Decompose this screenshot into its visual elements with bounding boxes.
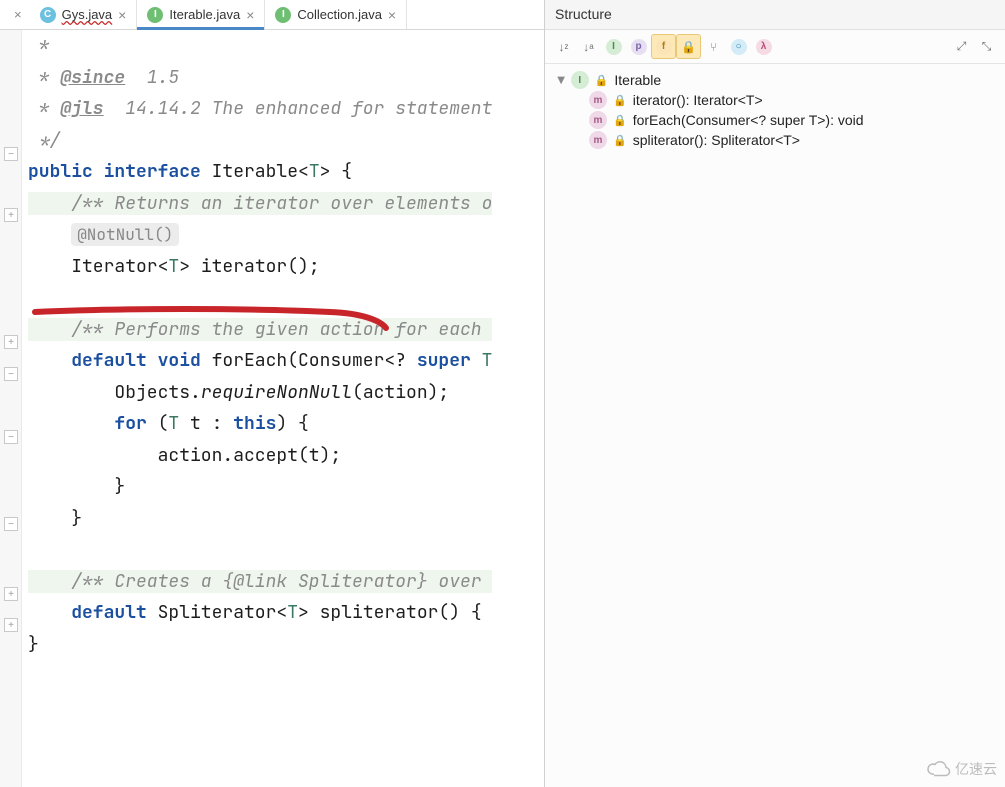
tree-label: spliterator(): Spliterator<T> <box>633 132 800 148</box>
tree-label: forEach(Consumer<? super T>): void <box>633 112 864 128</box>
tree-label: iterator(): Iterator<T> <box>633 92 763 108</box>
tree-node-method[interactable]: m 🔒 spliterator(): Spliterator<T> <box>549 130 1001 150</box>
collapse-all-button[interactable]: ⤡ <box>974 34 999 59</box>
fold-marker[interactable]: + <box>4 208 18 222</box>
method-icon: m <box>589 131 607 149</box>
fold-marker[interactable]: + <box>4 335 18 349</box>
fold-marker[interactable]: − <box>4 517 18 531</box>
interface-icon: I <box>571 71 589 89</box>
sort-visibility-button[interactable]: ↓z <box>551 34 576 59</box>
cloud-icon <box>927 760 951 778</box>
show-anonymous-button[interactable]: ○ <box>726 34 751 59</box>
editor-tabs: × C Gys.java × I Iterable.java × I Colle… <box>0 0 544 30</box>
structure-tree: ▶ I 🔒 Iterable m 🔒 iterator(): Iterator<… <box>545 64 1005 156</box>
fold-marker[interactable]: − <box>4 147 18 161</box>
show-lambda-button[interactable]: λ <box>751 34 776 59</box>
fold-marker[interactable]: + <box>4 618 18 632</box>
code-editor[interactable]: − + + − − − + + * * @since 1.5 * @jls 14… <box>0 30 544 787</box>
interface-icon: I <box>147 7 163 23</box>
method-icon: m <box>589 111 607 129</box>
editor-area: × C Gys.java × I Iterable.java × I Colle… <box>0 0 545 787</box>
lock-icon: 🔒 <box>613 94 627 107</box>
structure-toolbar: ↓z ↓a I p f 🔒 ⑂ ○ λ ⤢ ⤡ <box>545 30 1005 64</box>
editor-gutter: − + + − − − + + <box>0 30 22 787</box>
tree-node-method[interactable]: m 🔒 iterator(): Iterator<T> <box>549 90 1001 110</box>
show-inherited-button[interactable]: ⑂ <box>701 34 726 59</box>
tab-gys[interactable]: C Gys.java × <box>30 0 138 29</box>
class-icon: C <box>40 7 56 23</box>
tab-label: Iterable.java <box>169 7 240 22</box>
close-icon[interactable]: × <box>118 8 126 22</box>
fold-marker[interactable]: − <box>4 367 18 381</box>
chevron-down-icon: ▶ <box>555 76 566 84</box>
interface-icon: I <box>275 7 291 23</box>
tab-label: Collection.java <box>297 7 382 22</box>
sort-alpha-button[interactable]: ↓a <box>576 34 601 59</box>
show-properties-button[interactable]: p <box>626 34 651 59</box>
watermark: 亿速云 <box>927 759 997 779</box>
lock-icon: 🔒 <box>595 74 609 87</box>
tab-iterable[interactable]: I Iterable.java × <box>137 0 265 29</box>
code-content: * * @since 1.5 * @jls 14.14.2 The enhanc… <box>0 30 544 660</box>
tab-collection[interactable]: I Collection.java × <box>265 0 407 29</box>
fold-marker[interactable]: − <box>4 430 18 444</box>
show-fields-button[interactable]: f <box>651 34 676 59</box>
tree-node-interface[interactable]: ▶ I 🔒 Iterable <box>549 70 1001 90</box>
tree-label: Iterable <box>614 72 661 88</box>
close-icon[interactable]: × <box>388 8 396 22</box>
show-nonpublic-button[interactable]: 🔒 <box>676 34 701 59</box>
method-icon: m <box>589 91 607 109</box>
lock-icon: 🔒 <box>613 114 627 127</box>
structure-title: Structure <box>545 0 1005 30</box>
annotation-hint: @NotNull() <box>71 223 179 246</box>
tab-label: Gys.java <box>62 7 113 22</box>
tab-close-leading[interactable]: × <box>6 0 30 29</box>
structure-panel: Structure ↓z ↓a I p f 🔒 ⑂ ○ λ ⤢ ⤡ ▶ I 🔒 … <box>545 0 1005 787</box>
show-interfaces-button[interactable]: I <box>601 34 626 59</box>
lock-icon: 🔒 <box>613 134 627 147</box>
expand-all-button[interactable]: ⤢ <box>949 34 974 59</box>
fold-marker[interactable]: + <box>4 587 18 601</box>
close-icon[interactable]: × <box>246 8 254 22</box>
tree-node-method[interactable]: m 🔒 forEach(Consumer<? super T>): void <box>549 110 1001 130</box>
watermark-text: 亿速云 <box>955 759 997 779</box>
